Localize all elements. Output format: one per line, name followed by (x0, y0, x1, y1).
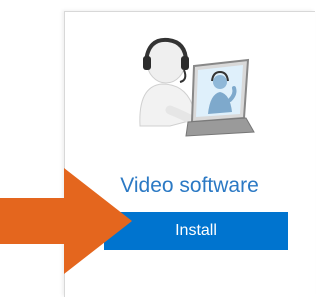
pointer-arrow-right-icon (0, 168, 132, 274)
install-dialog-screen: Video software Install (0, 0, 315, 297)
person-video-call-laptop-icon (139, 37, 255, 137)
